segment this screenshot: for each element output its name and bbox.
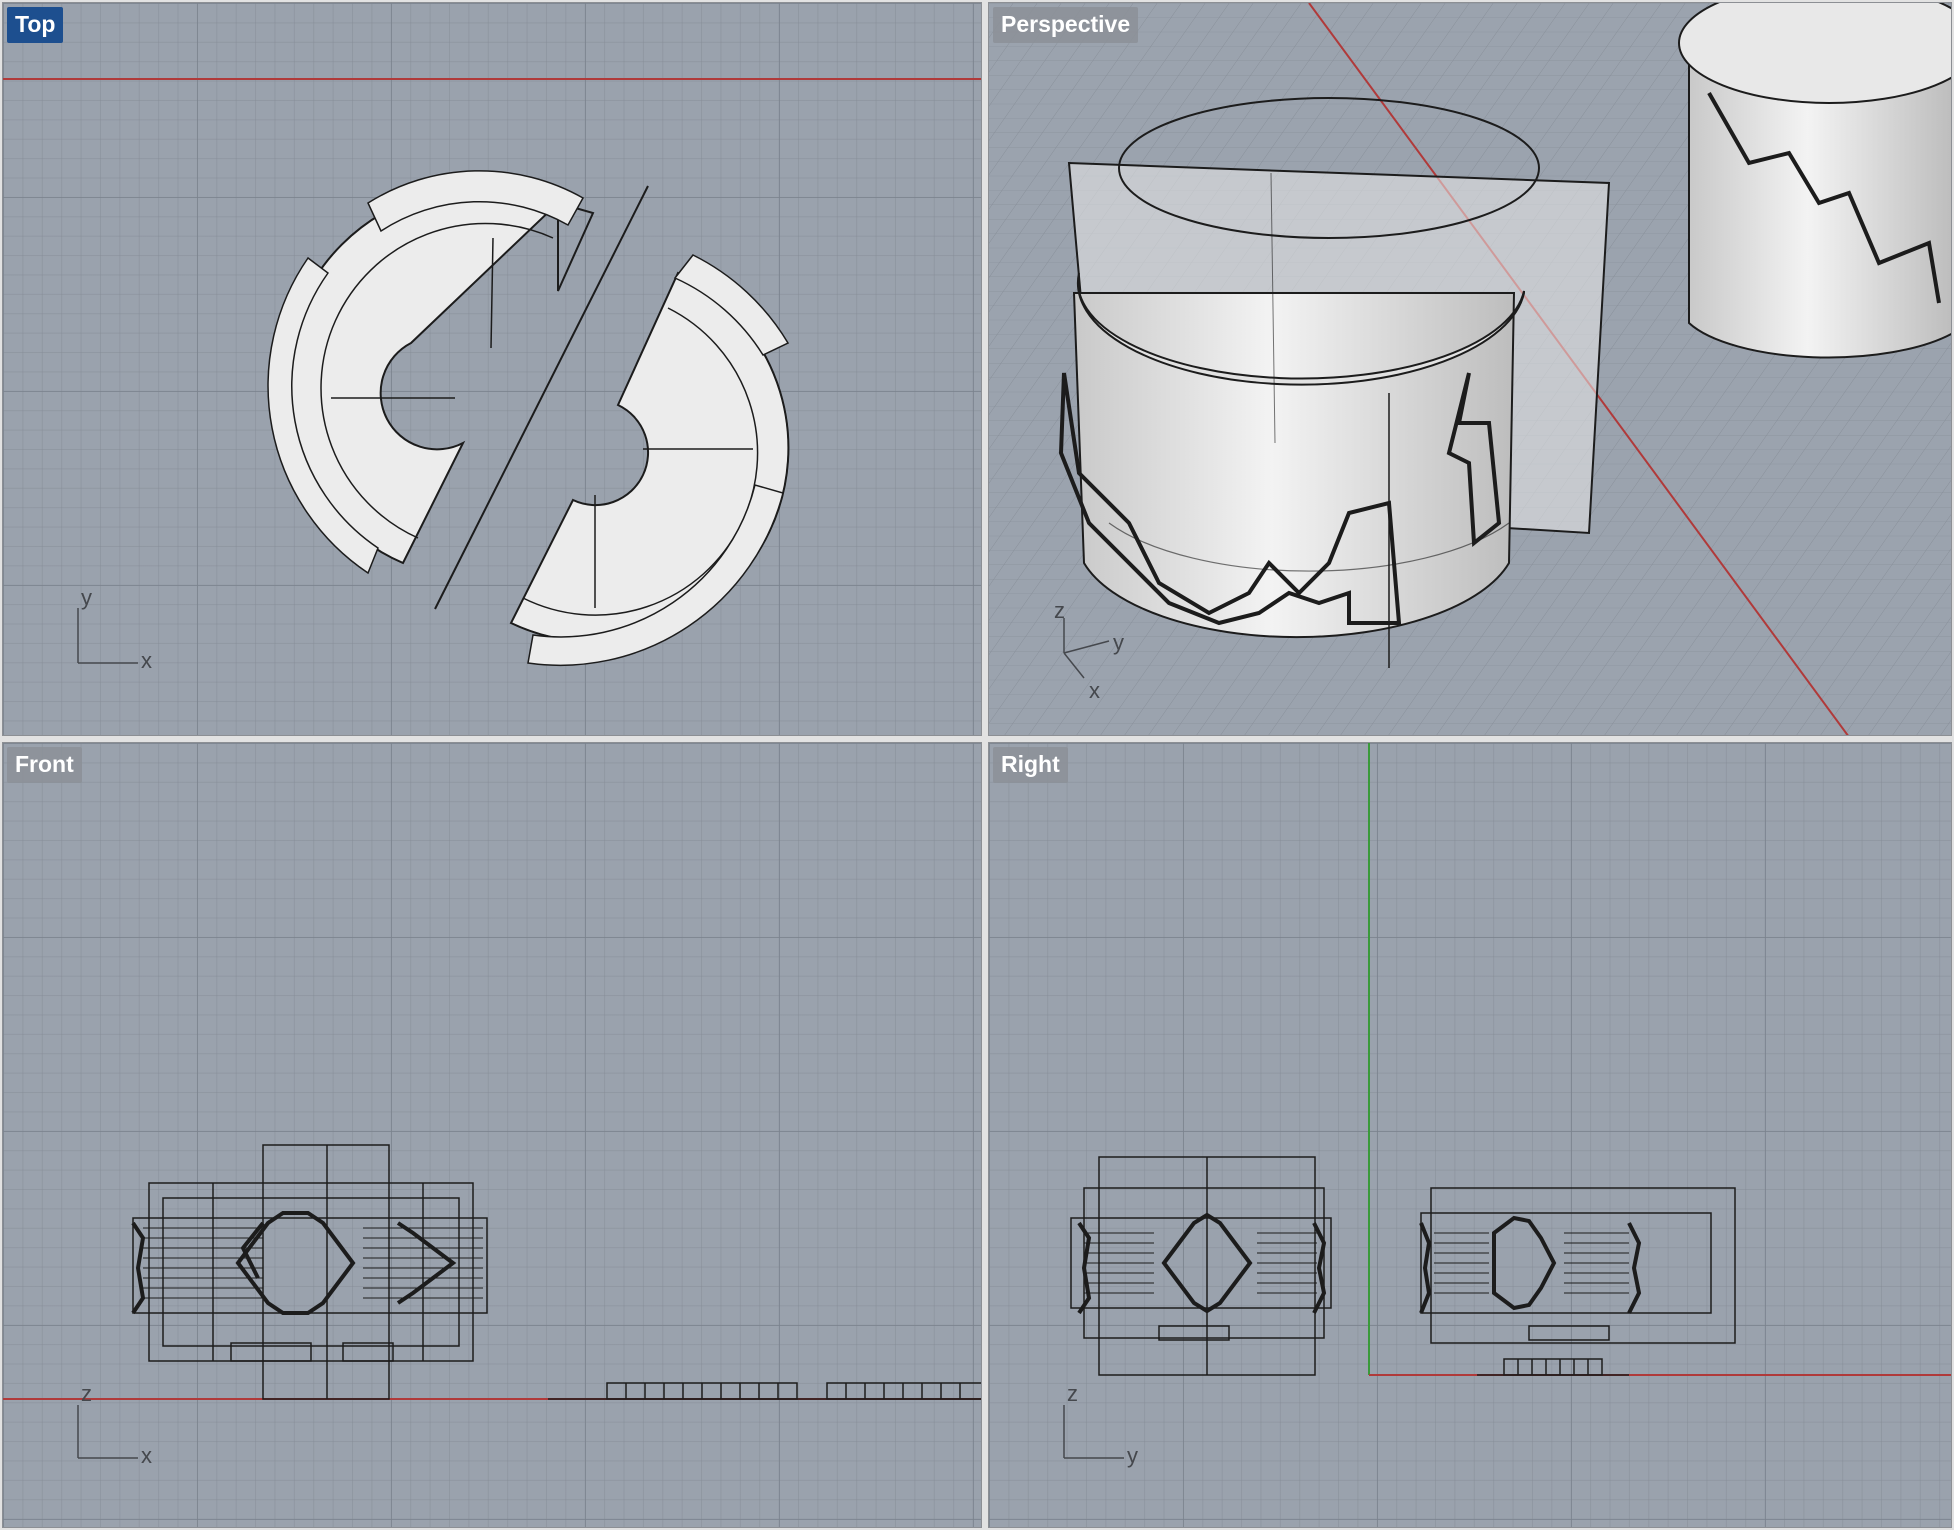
- viewport-front[interactable]: Front z x: [2, 742, 982, 1528]
- front-view-canvas[interactable]: z x: [3, 743, 982, 1528]
- axis-indicator-right: [1063, 1405, 1124, 1459]
- cylinder-back-right[interactable]: [1678, 3, 1952, 359]
- viewport-label-right[interactable]: Right: [993, 747, 1068, 783]
- right-star-right: [1419, 1215, 1642, 1314]
- viewport-right[interactable]: Right z y: [988, 742, 1952, 1528]
- axis-label-z: z: [1054, 598, 1065, 623]
- right-view-canvas[interactable]: z y: [989, 743, 1952, 1528]
- top-view-canvas[interactable]: y x: [3, 3, 982, 736]
- viewport-label-top[interactable]: Top: [7, 7, 64, 43]
- viewport-top[interactable]: Top y x: [2, 2, 982, 736]
- axis-label-z: z: [1067, 1381, 1078, 1406]
- axis-indicator-front: [77, 1405, 138, 1459]
- right-hatching-left: [1084, 1232, 1317, 1294]
- axis-label-x: x: [141, 1443, 152, 1468]
- right-wireframe-left[interactable]: [1070, 1156, 1332, 1376]
- axis-label-z: z: [81, 1381, 92, 1406]
- right-hatching-right: [1434, 1232, 1629, 1294]
- viewport-perspective[interactable]: Perspective z y x: [988, 2, 1952, 736]
- front-hatching: [143, 1227, 483, 1299]
- axis-label-y: y: [81, 585, 92, 610]
- perspective-view-canvas[interactable]: z y x: [989, 3, 1952, 736]
- axis-label-x: x: [141, 648, 152, 673]
- flat-tile-strip: [548, 1382, 981, 1400]
- axis-label-y: y: [1127, 1443, 1138, 1468]
- front-wireframe-object[interactable]: [132, 1144, 488, 1400]
- right-flat-tiles: [1477, 1358, 1629, 1376]
- rhino-four-viewport-layout: Top y x Perspective z y x Front z x Righ…: [0, 0, 1954, 1530]
- axis-label-y: y: [1113, 630, 1124, 655]
- axis-indicator-top: [77, 608, 138, 664]
- viewport-label-front[interactable]: Front: [7, 747, 82, 783]
- viewport-label-perspective[interactable]: Perspective: [993, 7, 1139, 43]
- axis-label-x: x: [1089, 678, 1100, 703]
- right-wireframe-right[interactable]: [1420, 1187, 1736, 1344]
- right-star-left: [1077, 1212, 1327, 1315]
